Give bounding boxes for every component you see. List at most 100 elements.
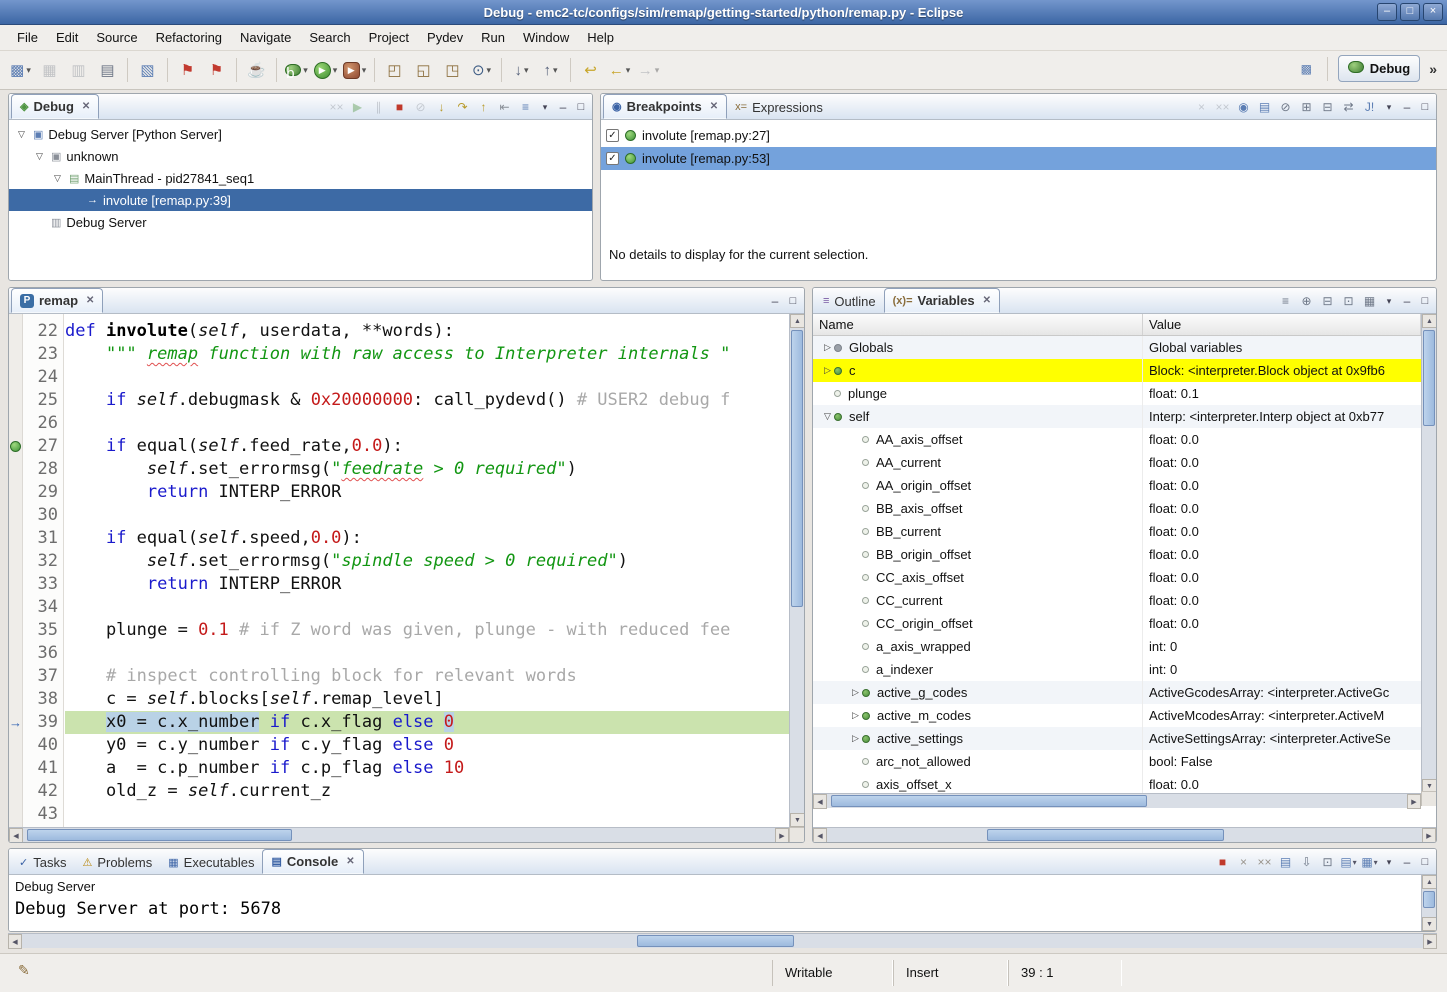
open-console-button[interactable]: ▦▾ <box>1359 852 1380 873</box>
link-with-debug-view-button[interactable]: ⇄ <box>1338 97 1359 118</box>
menu-search[interactable]: Search <box>300 25 359 51</box>
close-tab-icon[interactable]: ✕ <box>346 856 354 867</box>
back-button[interactable]: ←▾ <box>606 57 633 84</box>
step-return-button[interactable]: ↑ <box>473 97 494 118</box>
resume-button[interactable]: ▶ <box>347 97 368 118</box>
variable-row-cc-current[interactable]: CC_currentfloat: 0.0 <box>813 589 1421 612</box>
disconnect-button[interactable]: ⊘ <box>410 97 431 118</box>
minimize-view-button[interactable]: – <box>554 97 572 117</box>
editor-code[interactable]: def involute(self, userdata, **words): "… <box>65 314 789 827</box>
variable-row-axis-offset-x[interactable]: axis_offset_xfloat: 0.0 <box>813 773 1421 793</box>
breakpoint-row[interactable]: ✓involute [remap.py:27] <box>601 124 1436 147</box>
variable-row-self[interactable]: ▽selfInterp: <interpreter.Interp object … <box>813 405 1421 428</box>
close-tab-icon[interactable]: ✕ <box>86 295 94 306</box>
tree-expander-icon[interactable]: ▽ <box>33 151 46 162</box>
scroll-right-icon[interactable]: ▶ <box>1407 794 1421 809</box>
forward-button[interactable]: →▾ <box>635 57 662 84</box>
bottom-panel-tab-tasks[interactable]: ✓Tasks <box>11 850 74 874</box>
code-line-42[interactable]: old_z = self.current_z <box>65 780 789 803</box>
bottom-panel-tab-console[interactable]: ▤Console✕ <box>262 849 363 874</box>
code-line-43[interactable] <box>65 803 789 826</box>
remove-launch-button[interactable]: × <box>1233 852 1254 873</box>
show-type-names-button[interactable]: ≡ <box>1275 291 1296 312</box>
code-line-35[interactable]: plunge = 0.1 # if Z word was given, plun… <box>65 619 789 642</box>
variable-row-arc-not-allowed[interactable]: arc_not_allowedbool: False <box>813 750 1421 773</box>
tree-expander-icon[interactable]: ▷ <box>821 365 834 376</box>
menu-file[interactable]: File <box>8 25 47 51</box>
expand-all-button[interactable]: ⊞ <box>1296 97 1317 118</box>
code-line-38[interactable]: c = self.blocks[self.remap_level] <box>65 688 789 711</box>
title-bar[interactable]: Debug - emc2-tc/configs/sim/remap/gettin… <box>0 0 1447 25</box>
pin-console-button[interactable]: ⊡ <box>1317 852 1338 873</box>
menu-project[interactable]: Project <box>360 25 418 51</box>
breakpoint-icon[interactable] <box>10 441 21 452</box>
code-line-39[interactable]: x0 = c.x_number if c.x_flag else 0 <box>65 711 789 734</box>
scroll-up-icon[interactable]: ▲ <box>1422 314 1437 328</box>
editor-tab-remap[interactable]: Premap✕ <box>11 288 103 313</box>
code-line-27[interactable]: if equal(self.feed_rate,0.0): <box>65 435 789 458</box>
scroll-lock-button[interactable]: ⇩ <box>1296 852 1317 873</box>
jython-button[interactable]: ☕ <box>243 57 270 84</box>
menu-window[interactable]: Window <box>514 25 578 51</box>
close-tab-icon[interactable]: ✕ <box>82 101 90 112</box>
minimize-view-button[interactable]: – <box>1398 97 1416 117</box>
remove-all-terminated-button[interactable]: ×× <box>1254 852 1275 873</box>
scroll-left-icon[interactable]: ◀ <box>813 794 827 809</box>
code-line-36[interactable] <box>65 642 789 665</box>
drop-to-frame-button[interactable]: ⇤ <box>494 97 515 118</box>
scroll-up-icon[interactable]: ▲ <box>1422 875 1437 889</box>
tree-expander-icon[interactable]: ▽ <box>821 411 834 422</box>
remove-all-breakpoints-button[interactable]: ×× <box>1212 97 1233 118</box>
code-line-30[interactable] <box>65 504 789 527</box>
external-tools-button[interactable]: ▶▾ <box>341 57 368 84</box>
menu-source[interactable]: Source <box>87 25 146 51</box>
variable-row-c[interactable]: ▷cBlock: <interpreter.Block object at 0x… <box>813 359 1421 382</box>
code-line-28[interactable]: self.set_errormsg("feedrate > 0 required… <box>65 458 789 481</box>
variable-row-bb-current[interactable]: BB_currentfloat: 0.0 <box>813 520 1421 543</box>
last-edit-location-button[interactable]: ↩ <box>577 57 604 84</box>
debug-tree-row-mainthread-pid27841-seq1[interactable]: ▽▤MainThread - pid27841_seq1 <box>9 167 592 189</box>
show-breakpoints-supported-button[interactable]: ◉ <box>1233 97 1254 118</box>
menu-refactoring[interactable]: Refactoring <box>147 25 231 51</box>
code-line-37[interactable]: # inspect controlling block for relevant… <box>65 665 789 688</box>
code-line-33[interactable]: return INTERP_ERROR <box>65 573 789 596</box>
variable-row-aa-origin-offset[interactable]: AA_origin_offsetfloat: 0.0 <box>813 474 1421 497</box>
open-resource-button[interactable]: ◱ <box>410 57 437 84</box>
display-selected-console-button[interactable]: ▤▾ <box>1338 852 1359 873</box>
variable-row-globals[interactable]: ▷GlobalsGlobal variables <box>813 336 1421 359</box>
tree-expander-icon[interactable]: ▷ <box>849 687 862 698</box>
next-annotation-button[interactable]: ↓▾ <box>508 57 535 84</box>
menu-navigate[interactable]: Navigate <box>231 25 300 51</box>
variables-vscroll-thumb[interactable] <box>1423 330 1435 426</box>
debug-tree-row-debug-server[interactable]: ▥Debug Server <box>9 211 592 233</box>
variables-horizontal-scrollbar[interactable]: ◀ ▶ <box>813 793 1421 808</box>
scroll-down-icon[interactable]: ▼ <box>790 813 805 827</box>
collapse-all-button[interactable]: ⊟ <box>1317 97 1338 118</box>
collapse-all-button[interactable]: ⊟ <box>1317 291 1338 312</box>
editor-marker-bar[interactable]: → <box>9 314 23 827</box>
code-line-26[interactable] <box>65 412 789 435</box>
variable-row-aa-axis-offset[interactable]: AA_axis_offsetfloat: 0.0 <box>813 428 1421 451</box>
maximize-view-button[interactable]: □ <box>572 97 590 117</box>
maximize-window-button[interactable]: □ <box>1400 3 1420 21</box>
clear-console-button[interactable]: ▤ <box>1275 852 1296 873</box>
tree-expander-icon[interactable]: ▷ <box>849 710 862 721</box>
code-line-29[interactable]: return INTERP_ERROR <box>65 481 789 504</box>
use-step-filters-button[interactable]: ≡ <box>515 97 536 118</box>
minimize-editor-button[interactable]: – <box>766 291 784 311</box>
remove-breakpoint-button[interactable]: × <box>1191 97 1212 118</box>
variable-row-bb-origin-offset[interactable]: BB_origin_offsetfloat: 0.0 <box>813 543 1421 566</box>
pydev-flag-alt-button[interactable]: ⚑ <box>203 57 230 84</box>
variables-vertical-scrollbar[interactable]: ▲ ▼ <box>1421 314 1436 793</box>
variables-outer-scrollbar[interactable]: ◀ ▶ <box>813 827 1436 842</box>
save-all-button[interactable]: ▥ <box>65 57 92 84</box>
open-folder-button[interactable]: ◳ <box>439 57 466 84</box>
maximize-view-button[interactable]: □ <box>1416 97 1434 117</box>
menu-help[interactable]: Help <box>578 25 623 51</box>
debug-tree-row-unknown[interactable]: ▽▣unknown <box>9 145 592 167</box>
previous-annotation-button[interactable]: ↑▾ <box>537 57 564 84</box>
view-menu-button[interactable]: ▾ <box>1380 852 1398 872</box>
console-vertical-scrollbar[interactable]: ▲ ▼ <box>1421 875 1436 931</box>
column-header-value[interactable]: Value <box>1143 314 1421 335</box>
code-line-40[interactable]: y0 = c.y_number if c.y_flag else 0 <box>65 734 789 757</box>
